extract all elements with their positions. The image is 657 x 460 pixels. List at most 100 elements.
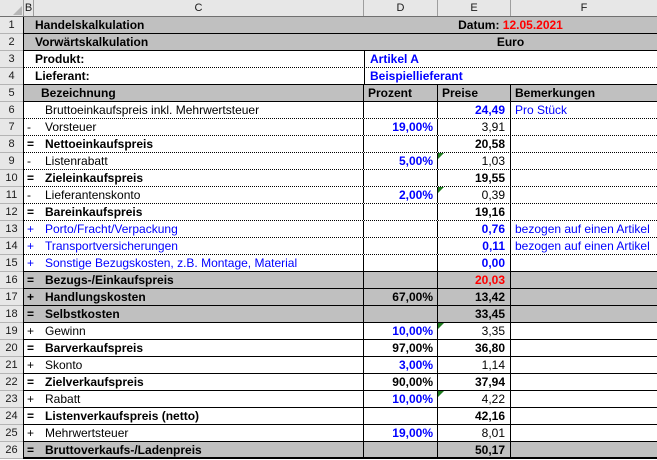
- cell-D16[interactable]: [364, 272, 438, 288]
- cell-F14[interactable]: bezogen auf einen Artikel: [511, 238, 657, 254]
- cell-F17[interactable]: [511, 289, 657, 305]
- cell-F12[interactable]: [511, 204, 657, 220]
- cell-F19[interactable]: [511, 323, 657, 339]
- cell-D22[interactable]: 90,00%: [364, 374, 438, 390]
- cell-B14[interactable]: +: [24, 238, 34, 254]
- cell-D24[interactable]: [364, 408, 438, 424]
- cell-C11[interactable]: Lieferantenskonto: [34, 187, 364, 203]
- cell-E16[interactable]: 20,03: [438, 272, 511, 288]
- cell-F5[interactable]: Bemerkungen: [511, 85, 657, 101]
- cell-F25[interactable]: [511, 425, 657, 441]
- cell-E9[interactable]: 1,03: [438, 153, 511, 169]
- cell-C10[interactable]: Zieleinkaufspreis: [34, 170, 364, 186]
- cell-F11[interactable]: [511, 187, 657, 203]
- cell-E12[interactable]: 19,16: [438, 204, 511, 220]
- cell-E7[interactable]: 3,91: [438, 119, 511, 135]
- cell-D9[interactable]: 5,00%: [364, 153, 438, 169]
- cell-F7[interactable]: [511, 119, 657, 135]
- column-header-c[interactable]: C: [34, 0, 364, 16]
- cell-E22[interactable]: 37,94: [438, 374, 511, 390]
- cell-C6[interactable]: Bruttoeinkaufspreis inkl. Mehrwertsteuer: [34, 102, 364, 118]
- cell-C12[interactable]: Bareinkaufspreis: [34, 204, 364, 220]
- cell-E8[interactable]: 20,58: [438, 136, 511, 152]
- cell-B12[interactable]: =: [24, 204, 34, 220]
- row-header-1[interactable]: 1: [0, 17, 23, 34]
- cell-B8[interactable]: =: [24, 136, 34, 152]
- cell-E23[interactable]: 4,22: [438, 391, 511, 407]
- cell-F24[interactable]: [511, 408, 657, 424]
- cell-C13[interactable]: Porto/Fracht/Verpackung: [34, 221, 364, 237]
- row-header-7[interactable]: 7: [0, 119, 23, 136]
- column-header-b[interactable]: B: [24, 0, 34, 16]
- cell-C8[interactable]: Nettoeinkaufspreis: [34, 136, 364, 152]
- cell-D14[interactable]: [364, 238, 438, 254]
- cell-D7[interactable]: 19,00%: [364, 119, 438, 135]
- cell-B17[interactable]: +: [24, 289, 34, 305]
- cell-C19[interactable]: Gewinn: [34, 323, 364, 339]
- cell-D6[interactable]: [364, 102, 438, 118]
- cell-B15[interactable]: +: [24, 255, 34, 271]
- cell-D26[interactable]: [364, 442, 438, 457]
- cell-B13[interactable]: +: [24, 221, 34, 237]
- cell-E25[interactable]: 8,01: [438, 425, 511, 441]
- row-header-11[interactable]: 11: [0, 187, 23, 204]
- cell-C25[interactable]: Mehrwertsteuer: [34, 425, 364, 441]
- cell-B20[interactable]: =: [24, 340, 34, 356]
- row-header-12[interactable]: 12: [0, 204, 23, 221]
- cell-B18[interactable]: =: [24, 306, 34, 322]
- cell-F8[interactable]: [511, 136, 657, 152]
- cell-E19[interactable]: 3,35: [438, 323, 511, 339]
- cell-B7[interactable]: -: [24, 119, 34, 135]
- cell-B10[interactable]: =: [24, 170, 34, 186]
- row-header-5[interactable]: 5: [0, 85, 23, 102]
- cell-E6[interactable]: 24,49: [438, 102, 511, 118]
- cell-F18[interactable]: [511, 306, 657, 322]
- cell-E5[interactable]: Preise: [438, 85, 511, 101]
- cell-D25[interactable]: 19,00%: [364, 425, 438, 441]
- cell-D15[interactable]: [364, 255, 438, 271]
- cell-B16[interactable]: =: [24, 272, 34, 288]
- column-header-d[interactable]: D: [364, 0, 438, 16]
- cell-B25[interactable]: +: [24, 425, 34, 441]
- cell-C18[interactable]: Selbstkosten: [34, 306, 364, 322]
- cell-B5[interactable]: [24, 85, 34, 101]
- row-header-2[interactable]: 2: [0, 34, 23, 51]
- cell-D12[interactable]: [364, 204, 438, 220]
- cell-F21[interactable]: [511, 357, 657, 373]
- column-header-f[interactable]: F: [511, 0, 657, 16]
- cell-E26[interactable]: 50,17: [438, 442, 511, 457]
- cell-D21[interactable]: 3,00%: [364, 357, 438, 373]
- cell-D19[interactable]: 10,00%: [364, 323, 438, 339]
- cell-E10[interactable]: 19,55: [438, 170, 511, 186]
- row-header-3[interactable]: 3: [0, 51, 23, 68]
- cell-D18[interactable]: [364, 306, 438, 322]
- cell-E15[interactable]: 0,00: [438, 255, 511, 271]
- cell-D20[interactable]: 97,00%: [364, 340, 438, 356]
- cell-D23[interactable]: 10,00%: [364, 391, 438, 407]
- cell-F15[interactable]: [511, 255, 657, 271]
- cell-C17[interactable]: Handlungskosten: [34, 289, 364, 305]
- cell-D3[interactable]: Artikel A: [364, 51, 657, 67]
- cell-F26[interactable]: [511, 442, 657, 457]
- row-header-10[interactable]: 10: [0, 170, 23, 187]
- row-header-20[interactable]: 20: [0, 340, 23, 357]
- row-header-17[interactable]: 17: [0, 289, 23, 306]
- cell-C16[interactable]: Bezugs-/Einkaufspreis: [34, 272, 364, 288]
- row-header-15[interactable]: 15: [0, 255, 23, 272]
- cell-E18[interactable]: 33,45: [438, 306, 511, 322]
- cell-B21[interactable]: +: [24, 357, 34, 373]
- row-header-14[interactable]: 14: [0, 238, 23, 255]
- cell-F23[interactable]: [511, 391, 657, 407]
- cell-D8[interactable]: [364, 136, 438, 152]
- cell-C26[interactable]: Bruttoverkaufs-/Ladenpreis: [34, 442, 364, 457]
- cell-C7[interactable]: Vorsteuer: [34, 119, 364, 135]
- cell-F20[interactable]: [511, 340, 657, 356]
- column-header-e[interactable]: E: [438, 0, 511, 16]
- cell-D17[interactable]: 67,00%: [364, 289, 438, 305]
- cell-E24[interactable]: 42,16: [438, 408, 511, 424]
- cell-B23[interactable]: +: [24, 391, 34, 407]
- cell-B9[interactable]: -: [24, 153, 34, 169]
- cell-F16[interactable]: [511, 272, 657, 288]
- cell-B2[interactable]: Vorwärtskalkulation Euro: [24, 34, 657, 50]
- row-header-4[interactable]: 4: [0, 68, 23, 85]
